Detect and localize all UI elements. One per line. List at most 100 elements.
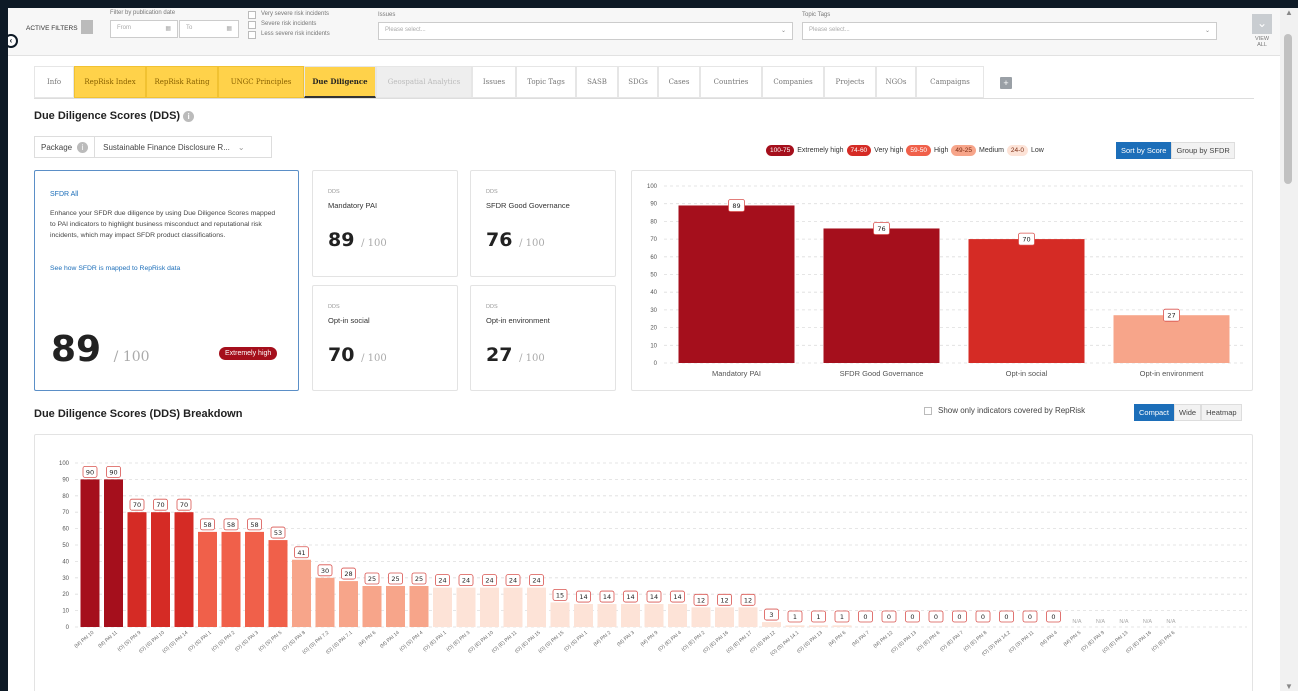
show-only-indicators[interactable]: Show only indicators covered by RepRisk (924, 406, 1085, 415)
tab-due-diligence[interactable]: Due Diligence (304, 66, 376, 98)
card-score-value: 27 (486, 344, 513, 366)
issues-placeholder: Please select... (385, 27, 426, 33)
data-label: 58 (250, 521, 258, 529)
x-tick-label: (O) (E) PAI 7 (939, 630, 965, 653)
na-label: N/A (1072, 619, 1082, 625)
tab-companies[interactable]: Companies (762, 66, 824, 98)
bar (198, 531, 217, 627)
card-score-value: 70 (328, 344, 355, 366)
chevron-down-icon: ⌄ (1204, 28, 1210, 34)
x-tick-label: (O) (S) PAI 11 (1008, 630, 1036, 655)
tab-info[interactable]: Info (34, 66, 74, 98)
bar (151, 512, 170, 627)
risk-checkbox-very-severe[interactable] (248, 11, 256, 19)
x-tick-label: (O) (S) PAI 5 (258, 630, 284, 653)
sort-by-score-button[interactable]: Sort by Score (1116, 142, 1172, 159)
tab-issues[interactable]: Issues (472, 66, 516, 98)
tab-topic-tags[interactable]: Topic Tags (516, 66, 576, 98)
compact-view-button[interactable]: Compact (1134, 404, 1175, 421)
sfdr-all-card[interactable]: SFDR All Enhance your SFDR due diligence… (34, 170, 299, 391)
tab-sasb[interactable]: SASB (576, 66, 618, 98)
data-label: 89 (732, 202, 740, 210)
data-label: 70 (1022, 236, 1030, 244)
x-tick-label: (M) PAI 4 (1039, 630, 1059, 648)
legend-pill-high: 59-50 (906, 144, 931, 156)
info-icon[interactable]: i (77, 141, 89, 153)
filter-toggle-icon[interactable] (81, 20, 93, 34)
y-tick-label: 20 (650, 326, 657, 332)
bar (550, 602, 570, 627)
scrollbar-thumb[interactable] (1284, 34, 1292, 184)
filter-bar: ACTIVE FILTERS Filter by publication dat… (8, 8, 1280, 56)
y-tick-label: 50 (650, 273, 657, 279)
tab-cases[interactable]: Cases (658, 66, 700, 98)
bar (527, 587, 546, 627)
risk-checkbox-severe[interactable] (248, 21, 256, 29)
view-all-button[interactable]: VIEW ALL (1255, 36, 1269, 48)
tab-ngos[interactable]: NGOs (876, 66, 916, 98)
tab-reprisk-rating[interactable]: RepRisk Rating (146, 66, 218, 98)
scroll-up-icon[interactable]: ▲ (1280, 8, 1298, 17)
data-label: 24 (462, 577, 470, 585)
card-sub-label: DDS (328, 189, 340, 195)
dds-card-opt-in-social[interactable]: DDS Opt-in social 70 / 100 (312, 285, 458, 391)
tab-reprisk-index[interactable]: RepRisk Index (74, 66, 146, 98)
dds-breakdown-chart-card: 0 10 20 30 40 50 60 70 80 90 100 90 (M) PAI 10 90 (M) … (34, 434, 1253, 691)
date-to-input[interactable]: To ▦ (179, 20, 239, 38)
info-icon[interactable]: i (183, 110, 195, 122)
vertical-scrollbar[interactable]: ▲ ▼ (1280, 8, 1298, 691)
package-select[interactable]: Package i Sustainable Finance Disclosure … (34, 136, 272, 158)
tab-ungc-principles[interactable]: UNGC Principles (218, 66, 304, 98)
risk-checkbox-less-severe[interactable] (248, 31, 256, 39)
dds-card-sfdr-good-governance[interactable]: DDS SFDR Good Governance 76 / 100 (470, 170, 616, 277)
y-tick-label: 100 (647, 184, 658, 190)
scroll-down-icon[interactable]: ▼ (1280, 682, 1298, 691)
bar (174, 512, 194, 627)
dds-card-opt-in-environment[interactable]: DDS Opt-in environment 27 / 100 (470, 285, 616, 391)
tab-countries[interactable]: Countries (700, 66, 762, 98)
tab-campaigns[interactable]: Campaigns (916, 66, 984, 98)
wide-view-button[interactable]: Wide (1174, 404, 1202, 421)
data-label: 0 (863, 613, 867, 621)
x-tick-label: (M) PAI 12 (872, 630, 894, 650)
sfdr-score-value: 89 (51, 329, 102, 370)
date-from-input[interactable]: From ▦ (110, 20, 178, 38)
score-legend: 100-75 Extremely high 74-60 Very high 59-5… (766, 143, 1044, 157)
dds-card-mandatory-pai[interactable]: DDS Mandatory PAI 89 / 100 (312, 170, 458, 277)
sfdr-mapping-link[interactable]: See how SFDR is mapped to RepRisk data (50, 265, 180, 272)
tab-bar: Info RepRisk Index RepRisk Rating UNGC P… (34, 66, 1254, 99)
data-label: 1 (793, 613, 797, 621)
data-label: 12 (720, 596, 728, 604)
x-tick-label: (M) PAI 3 (616, 630, 636, 648)
y-tick-label: 50 (62, 543, 69, 549)
bar (809, 625, 828, 627)
card-score-value: 76 (486, 229, 513, 251)
y-tick-label: 30 (650, 308, 657, 314)
data-label: 3 (769, 611, 773, 619)
card-sub-label: DDS (486, 304, 498, 310)
add-tab-button[interactable]: + (1000, 77, 1012, 89)
card-score-value: 89 (328, 229, 355, 251)
topic-tags-select[interactable]: Please select... ⌄ (802, 22, 1217, 40)
view-all-icon[interactable]: ⌄ (1252, 14, 1272, 34)
y-tick-label: 80 (650, 219, 657, 225)
legend-pill-low: 24-0 (1006, 144, 1028, 156)
tab-projects[interactable]: Projects (824, 66, 876, 98)
card-score: 27 / 100 (486, 344, 545, 366)
calendar-icon: ▦ (165, 26, 171, 32)
y-tick-label: 70 (650, 237, 657, 243)
tab-sdgs[interactable]: SDGs (618, 66, 658, 98)
package-label: Package (41, 142, 73, 152)
date-from-placeholder: From (117, 25, 131, 31)
tab-geospatial-analytics[interactable]: Geospatial Analytics (376, 66, 472, 98)
card-sub-label: DDS (486, 189, 498, 195)
data-label: 90 (109, 468, 117, 476)
heatmap-view-button[interactable]: Heatmap (1201, 404, 1242, 421)
data-label: 70 (180, 501, 188, 509)
bar (268, 540, 288, 627)
card-sub-label: DDS (328, 304, 340, 310)
issues-select[interactable]: Please select... ⌄ (378, 22, 793, 40)
legend-label: Low (1030, 146, 1044, 154)
group-by-sfdr-button[interactable]: Group by SFDR (1171, 142, 1235, 159)
show-only-checkbox[interactable] (924, 406, 932, 415)
